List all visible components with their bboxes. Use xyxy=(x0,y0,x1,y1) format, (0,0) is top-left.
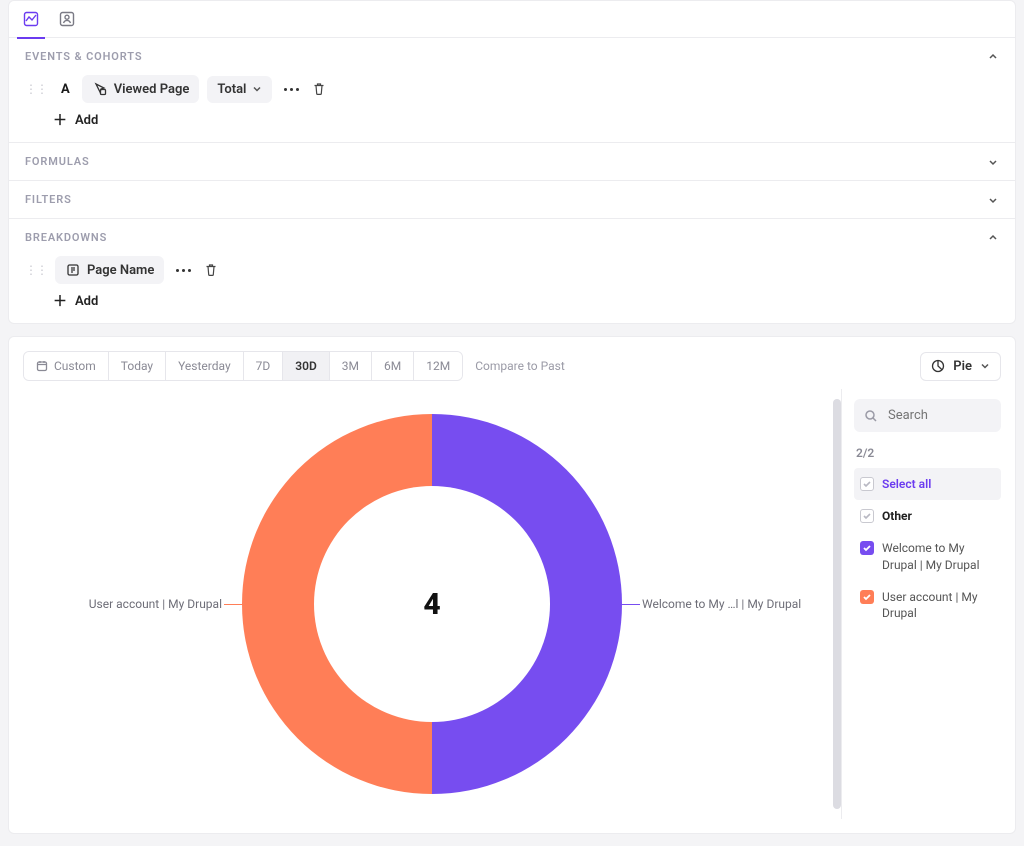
cursor-icon xyxy=(92,81,108,97)
breakdown-more-button[interactable] xyxy=(172,265,195,276)
property-icon xyxy=(65,262,81,278)
measure-chip[interactable]: Total xyxy=(207,76,272,103)
chart-type-label: Pie xyxy=(953,359,972,374)
chart-type-select[interactable]: Pie xyxy=(920,352,1001,381)
event-row-a: ⋮⋮ A Viewed Page Total xyxy=(25,75,999,103)
chart-panel: CustomTodayYesterday7D30D3M6M12M Compare… xyxy=(8,336,1016,834)
breakdown-row: ⋮⋮ Page Name xyxy=(25,256,999,284)
section-events-header[interactable]: EVENTS & COHORTS xyxy=(9,38,1015,75)
range-30d[interactable]: 30D xyxy=(283,352,330,380)
chevron-down-icon xyxy=(987,194,999,206)
pie-icon xyxy=(931,359,945,373)
section-formulas-header[interactable]: FORMULAS xyxy=(9,143,1015,180)
range-custom[interactable]: Custom xyxy=(24,352,109,380)
drag-handle-icon[interactable]: ⋮⋮ xyxy=(25,83,47,95)
event-more-button[interactable] xyxy=(280,84,303,95)
calendar-icon xyxy=(36,360,48,372)
legend-item-label: Welcome to My Drupal | My Drupal xyxy=(882,540,995,572)
legend-other[interactable]: Other xyxy=(854,500,1001,532)
chart-toolbar: CustomTodayYesterday7D30D3M6M12M Compare… xyxy=(23,351,1001,381)
legend-count: 2/2 xyxy=(856,446,999,460)
chevron-down-icon xyxy=(252,84,262,94)
series-letter: A xyxy=(61,82,70,97)
tab-users-icon[interactable] xyxy=(57,9,77,29)
range-yesterday[interactable]: Yesterday xyxy=(166,352,244,380)
builder-tabs xyxy=(9,1,1015,37)
section-breakdowns-header[interactable]: BREAKDOWNS xyxy=(9,219,1015,256)
legend-select-all[interactable]: Select all xyxy=(854,468,1001,500)
legend-search-field[interactable] xyxy=(886,407,991,424)
chevron-up-icon xyxy=(987,51,999,63)
chart-scrollbar[interactable] xyxy=(833,399,841,809)
section-formulas-title: FORMULAS xyxy=(25,155,90,168)
legend-panel: 2/2 Select all Other Welcome to My Drupa… xyxy=(841,389,1001,819)
legend-item[interactable]: User account | My Drupal xyxy=(854,581,1001,629)
lead-line-right xyxy=(622,604,640,605)
chevron-down-icon xyxy=(980,361,990,371)
donut-center-value: 4 xyxy=(423,587,440,622)
checkbox-icon xyxy=(860,509,874,523)
legend-other-label: Other xyxy=(882,508,912,524)
plus-icon: ＋ xyxy=(53,295,67,309)
range-today[interactable]: Today xyxy=(109,352,166,380)
breakdown-chip[interactable]: Page Name xyxy=(55,256,164,284)
breakdown-chip-label: Page Name xyxy=(87,263,154,278)
drag-handle-icon[interactable]: ⋮⋮ xyxy=(25,264,47,276)
section-filters: FILTERS xyxy=(9,180,1015,218)
breakdown-add-button[interactable]: ＋ Add xyxy=(53,294,999,309)
legend-select-all-label: Select all xyxy=(882,476,931,492)
range-6m[interactable]: 6M xyxy=(372,352,414,380)
legend-search-input[interactable] xyxy=(854,399,1001,432)
chart-area: User account | My Drupal 4 Welcome to My… xyxy=(23,389,841,819)
search-icon xyxy=(864,409,878,423)
checkbox-icon xyxy=(860,541,874,555)
breakdown-add-label: Add xyxy=(75,294,98,309)
breakdown-delete-button[interactable] xyxy=(203,262,219,278)
tab-events-icon[interactable] xyxy=(21,9,41,29)
event-chip-label: Viewed Page xyxy=(114,82,190,97)
section-breakdowns: BREAKDOWNS ⋮⋮ Page Name ＋ xyxy=(9,218,1015,323)
section-events: EVENTS & COHORTS ⋮⋮ A Viewed Page Total xyxy=(9,37,1015,142)
donut-chart[interactable]: 4 xyxy=(242,414,622,794)
section-events-title: EVENTS & COHORTS xyxy=(25,50,142,63)
date-range-group: CustomTodayYesterday7D30D3M6M12M xyxy=(23,351,463,381)
range-3m[interactable]: 3M xyxy=(330,352,372,380)
section-formulas: FORMULAS xyxy=(9,142,1015,180)
plus-icon: ＋ xyxy=(53,114,67,128)
lead-line-left xyxy=(224,604,242,605)
checkbox-icon xyxy=(860,590,874,604)
checkbox-icon xyxy=(860,477,874,491)
range-12m[interactable]: 12M xyxy=(414,352,462,380)
chevron-up-icon xyxy=(987,232,999,244)
slice-label-right: Welcome to My …l | My Drupal xyxy=(642,597,801,611)
range-7d[interactable]: 7D xyxy=(244,352,284,380)
measure-chip-label: Total xyxy=(217,82,246,97)
chevron-down-icon xyxy=(987,156,999,168)
legend-item[interactable]: Welcome to My Drupal | My Drupal xyxy=(854,532,1001,580)
legend-item-label: User account | My Drupal xyxy=(882,589,995,621)
slice-label-left: User account | My Drupal xyxy=(89,597,222,611)
section-breakdowns-title: BREAKDOWNS xyxy=(25,231,107,244)
event-chip[interactable]: Viewed Page xyxy=(82,75,200,103)
event-delete-button[interactable] xyxy=(311,81,327,97)
query-builder-panel: EVENTS & COHORTS ⋮⋮ A Viewed Page Total xyxy=(8,0,1016,324)
event-add-label: Add xyxy=(75,113,98,128)
compare-to-past-button[interactable]: Compare to Past xyxy=(475,359,565,373)
section-filters-title: FILTERS xyxy=(25,193,72,206)
section-filters-header[interactable]: FILTERS xyxy=(9,181,1015,218)
event-add-button[interactable]: ＋ Add xyxy=(53,113,999,128)
